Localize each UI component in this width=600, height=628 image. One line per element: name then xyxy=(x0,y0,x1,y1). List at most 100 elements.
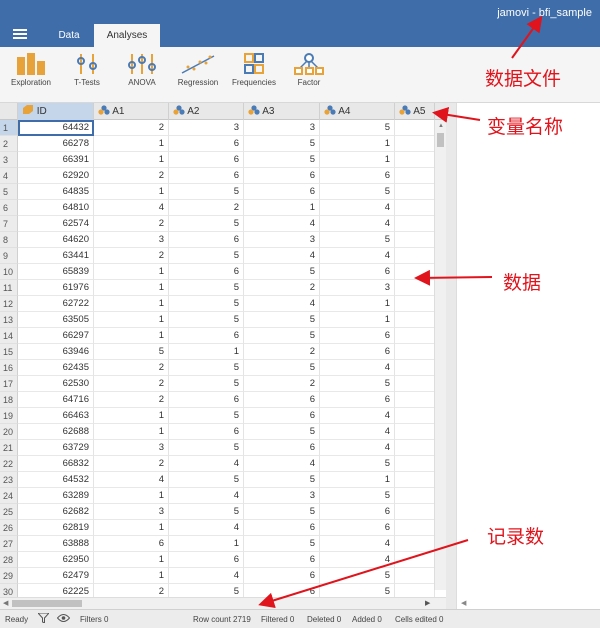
table-cell[interactable]: 3 xyxy=(244,488,320,504)
table-row[interactable]: 15 63946 5 1 2 6 xyxy=(0,344,446,360)
table-cell[interactable] xyxy=(395,232,435,248)
corner-cell[interactable] xyxy=(0,103,18,120)
row-number[interactable]: 20 xyxy=(0,424,18,440)
table-cell[interactable]: 3 xyxy=(244,232,320,248)
table-cell[interactable]: 4 xyxy=(169,488,244,504)
row-number[interactable]: 28 xyxy=(0,552,18,568)
table-cell[interactable]: 5 xyxy=(169,504,244,520)
table-cell[interactable]: 5 xyxy=(320,232,395,248)
column-header-a5[interactable]: A5 xyxy=(395,103,435,120)
scroll-left-icon[interactable]: ◀ xyxy=(3,599,8,607)
table-cell[interactable] xyxy=(395,440,435,456)
table-cell[interactable]: 5 xyxy=(320,184,395,200)
table-cell[interactable]: 1 xyxy=(94,152,169,168)
table-row[interactable]: 25 62682 3 5 5 6 xyxy=(0,504,446,520)
table-cell[interactable]: 6 xyxy=(169,152,244,168)
frequencies-button[interactable]: Frequencies xyxy=(226,53,282,87)
table-cell[interactable]: 2 xyxy=(169,200,244,216)
table-cell[interactable]: 64835 xyxy=(18,184,94,200)
table-cell[interactable]: 5 xyxy=(320,456,395,472)
menu-icon[interactable] xyxy=(13,29,27,39)
table-cell[interactable]: 5 xyxy=(320,120,395,136)
ttests-button[interactable]: T-Tests xyxy=(59,53,115,87)
table-cell[interactable]: 62225 xyxy=(18,584,94,597)
scroll-right-icon[interactable]: ▶ xyxy=(425,599,430,607)
table-cell[interactable]: 5 xyxy=(244,536,320,552)
table-cell[interactable]: 6 xyxy=(244,408,320,424)
table-cell[interactable]: 4 xyxy=(169,520,244,536)
table-cell[interactable]: 1 xyxy=(94,184,169,200)
table-cell[interactable] xyxy=(395,168,435,184)
table-row[interactable]: 23 64532 4 5 5 1 xyxy=(0,472,446,488)
table-cell[interactable]: 2 xyxy=(244,344,320,360)
row-number[interactable]: 24 xyxy=(0,488,18,504)
table-cell[interactable]: 66297 xyxy=(18,328,94,344)
row-number[interactable]: 15 xyxy=(0,344,18,360)
row-number[interactable]: 16 xyxy=(0,360,18,376)
table-cell[interactable]: 1 xyxy=(94,264,169,280)
table-cell[interactable]: 4 xyxy=(244,456,320,472)
table-cell[interactable]: 6 xyxy=(169,392,244,408)
vertical-scrollbar[interactable]: ▲ xyxy=(434,120,446,590)
table-cell[interactable]: 1 xyxy=(320,152,395,168)
table-cell[interactable]: 1 xyxy=(94,136,169,152)
table-cell[interactable]: 63505 xyxy=(18,312,94,328)
regression-button[interactable]: Regression xyxy=(170,53,226,87)
table-row[interactable]: 28 62950 1 6 6 4 xyxy=(0,552,446,568)
table-cell[interactable]: 5 xyxy=(169,376,244,392)
table-row[interactable]: 22 66832 2 4 4 5 xyxy=(0,456,446,472)
table-cell[interactable]: 1 xyxy=(320,312,395,328)
exploration-button[interactable]: Exploration xyxy=(3,53,59,87)
table-cell[interactable]: 6 xyxy=(244,440,320,456)
table-cell[interactable]: 5 xyxy=(244,264,320,280)
anova-button[interactable]: ANOVA xyxy=(114,53,170,87)
table-cell[interactable]: 65839 xyxy=(18,264,94,280)
results-scroll-left-icon[interactable]: ◀ xyxy=(461,599,466,607)
row-number[interactable]: 21 xyxy=(0,440,18,456)
table-cell[interactable]: 6 xyxy=(244,584,320,597)
table-cell[interactable]: 6 xyxy=(169,424,244,440)
table-cell[interactable] xyxy=(395,120,435,136)
table-cell[interactable]: 63888 xyxy=(18,536,94,552)
table-cell[interactable]: 3 xyxy=(320,280,395,296)
table-cell[interactable]: 6 xyxy=(169,552,244,568)
table-cell[interactable] xyxy=(395,552,435,568)
table-cell[interactable]: 6 xyxy=(320,504,395,520)
table-cell[interactable]: 1 xyxy=(94,488,169,504)
row-number[interactable]: 8 xyxy=(0,232,18,248)
table-cell[interactable]: 4 xyxy=(94,200,169,216)
table-cell[interactable]: 6 xyxy=(169,232,244,248)
table-cell[interactable] xyxy=(395,392,435,408)
data-grid[interactable]: ID A1 A2 A3 A4 A5 1 64432 2 3 3 5 2 66278 1 6 5 1 3 6… xyxy=(0,103,446,597)
row-number[interactable]: 7 xyxy=(0,216,18,232)
table-cell[interactable] xyxy=(395,360,435,376)
table-cell[interactable]: 62950 xyxy=(18,552,94,568)
table-cell[interactable]: 1 xyxy=(94,424,169,440)
row-number[interactable]: 19 xyxy=(0,408,18,424)
row-number[interactable]: 2 xyxy=(0,136,18,152)
row-number[interactable]: 13 xyxy=(0,312,18,328)
table-cell[interactable]: 6 xyxy=(320,344,395,360)
panel-splitter[interactable] xyxy=(446,103,456,609)
table-row[interactable]: 8 64620 3 6 3 5 xyxy=(0,232,446,248)
table-cell[interactable]: 6 xyxy=(244,568,320,584)
table-cell[interactable]: 5 xyxy=(244,472,320,488)
table-cell[interactable]: 1 xyxy=(320,296,395,312)
table-row[interactable]: 7 62574 2 5 4 4 xyxy=(0,216,446,232)
column-header-a2[interactable]: A2 xyxy=(169,103,244,120)
table-cell[interactable]: 64716 xyxy=(18,392,94,408)
table-cell[interactable]: 4 xyxy=(244,216,320,232)
table-cell[interactable] xyxy=(395,408,435,424)
row-number[interactable]: 29 xyxy=(0,568,18,584)
table-cell[interactable] xyxy=(395,536,435,552)
table-cell[interactable]: 62688 xyxy=(18,424,94,440)
row-number[interactable]: 26 xyxy=(0,520,18,536)
table-cell[interactable] xyxy=(395,344,435,360)
table-cell[interactable]: 62530 xyxy=(18,376,94,392)
row-number[interactable]: 9 xyxy=(0,248,18,264)
horizontal-scrollbar[interactable]: ◀ ▶ xyxy=(0,597,446,609)
table-cell[interactable]: 3 xyxy=(169,120,244,136)
table-cell[interactable]: 5 xyxy=(244,152,320,168)
row-number[interactable]: 30 xyxy=(0,584,18,597)
table-cell[interactable]: 62479 xyxy=(18,568,94,584)
